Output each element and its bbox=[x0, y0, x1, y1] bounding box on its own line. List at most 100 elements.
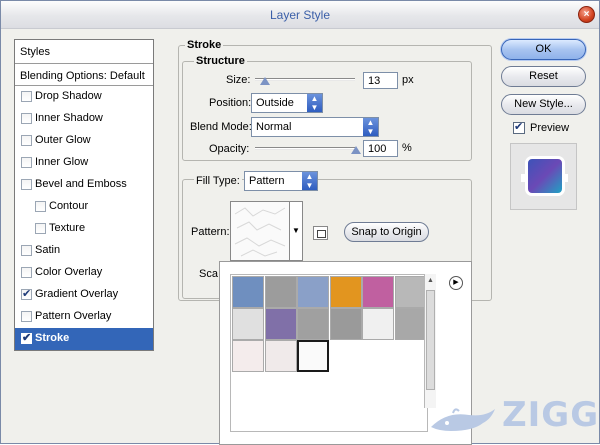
picker-scrollbar[interactable]: ▲ bbox=[424, 274, 436, 408]
scroll-up-icon[interactable]: ▲ bbox=[427, 277, 434, 284]
preview-swatch bbox=[525, 156, 565, 196]
whale-logo-icon bbox=[431, 408, 495, 431]
scrollbar-thumb[interactable] bbox=[426, 290, 435, 390]
pattern-tile-butterfly-a[interactable] bbox=[232, 340, 264, 372]
dialog-title: Layer Style bbox=[269, 8, 331, 22]
size-input[interactable]: 13 bbox=[363, 72, 398, 89]
pattern-label: Pattern: bbox=[191, 226, 230, 238]
pattern-tile-tie-dye[interactable] bbox=[329, 276, 362, 308]
opacity-unit: % bbox=[402, 142, 412, 154]
chevron-updown-icon: ▲ ▼ bbox=[307, 94, 322, 112]
pattern-grid bbox=[230, 274, 428, 432]
style-item-checkbox[interactable] bbox=[21, 311, 32, 322]
ok-button[interactable]: OK bbox=[501, 39, 586, 60]
pattern-tile-bubbles[interactable] bbox=[232, 276, 264, 308]
scale-label: Sca bbox=[199, 268, 218, 280]
reset-button[interactable]: Reset bbox=[501, 66, 586, 87]
style-item-checkbox[interactable] bbox=[21, 179, 32, 190]
style-item-satin[interactable]: Satin bbox=[15, 240, 153, 262]
style-preview bbox=[510, 143, 577, 210]
preview-checkbox[interactable] bbox=[513, 120, 525, 134]
style-item-checkbox[interactable] bbox=[21, 113, 32, 124]
pattern-tile-stones[interactable] bbox=[394, 276, 427, 308]
style-item-checkbox[interactable] bbox=[21, 135, 32, 146]
pattern-dropdown-arrow-icon[interactable]: ▼ bbox=[290, 201, 303, 261]
style-item-contour[interactable]: Contour bbox=[15, 196, 153, 218]
fill-type-value: Pattern bbox=[249, 175, 285, 187]
size-unit: px bbox=[402, 74, 414, 86]
position-value: Outside bbox=[256, 97, 294, 109]
pattern-tile-dashes[interactable] bbox=[362, 308, 394, 340]
size-label: Size: bbox=[226, 74, 251, 86]
style-item-stroke[interactable]: Stroke bbox=[15, 328, 153, 350]
style-item-label: Inner Glow bbox=[35, 156, 89, 168]
pattern-tile-butterfly-b[interactable] bbox=[264, 340, 297, 372]
style-item-label: Bevel and Emboss bbox=[35, 178, 127, 190]
new-style-button[interactable]: New Style... bbox=[501, 94, 586, 115]
style-item-checkbox[interactable] bbox=[21, 287, 32, 300]
crumple-pattern-icon bbox=[234, 207, 286, 257]
pattern-swatch[interactable] bbox=[230, 201, 290, 261]
style-item-label: Gradient Overlay bbox=[35, 288, 119, 300]
style-item-inner-shadow[interactable]: Inner Shadow bbox=[15, 108, 153, 130]
opacity-input[interactable]: 100 bbox=[363, 140, 398, 157]
opacity-label: Opacity: bbox=[209, 143, 250, 155]
opacity-slider[interactable] bbox=[255, 147, 355, 150]
structure-title: Structure bbox=[194, 55, 247, 67]
style-item-checkbox[interactable] bbox=[35, 223, 46, 234]
style-item-label: Pattern Overlay bbox=[35, 310, 112, 322]
style-item-label: Color Overlay bbox=[35, 266, 103, 278]
style-item-label: Drop Shadow bbox=[35, 90, 102, 102]
style-item-color-overlay[interactable]: Color Overlay bbox=[15, 262, 153, 284]
pattern-tile-wrinkles[interactable] bbox=[264, 276, 297, 308]
pattern-tile-rainbow-scales[interactable] bbox=[362, 276, 394, 308]
chevron-updown-icon: ▲ ▼ bbox=[363, 118, 378, 136]
preview-label: Preview bbox=[530, 122, 570, 134]
blend-mode-label: Blend Mode: bbox=[190, 121, 252, 133]
blending-options-item[interactable]: Blending Options: Default bbox=[15, 64, 153, 86]
pattern-tile-woven[interactable] bbox=[297, 276, 329, 308]
opacity-slider-thumb[interactable] bbox=[351, 146, 361, 155]
style-item-checkbox[interactable] bbox=[21, 157, 32, 168]
style-item-label: Stroke bbox=[35, 332, 70, 344]
fill-type-select[interactable]: Pattern ▲ ▼ bbox=[244, 171, 318, 191]
pattern-tile-checkerboard[interactable] bbox=[232, 308, 264, 340]
fill-type-label: Fill Type: bbox=[194, 175, 242, 187]
style-item-outer-glow[interactable]: Outer Glow bbox=[15, 130, 153, 152]
blend-mode-select[interactable]: Normal ▲ ▼ bbox=[251, 117, 379, 137]
size-slider[interactable] bbox=[255, 78, 355, 81]
zigg-watermark: ZIGG bbox=[429, 395, 599, 441]
styles-header[interactable]: Styles bbox=[15, 40, 153, 64]
pattern-tile-gray-stone[interactable] bbox=[394, 308, 427, 340]
pattern-tile-white-crumple[interactable] bbox=[297, 340, 329, 372]
style-item-drop-shadow[interactable]: Drop Shadow bbox=[15, 86, 153, 108]
style-item-checkbox[interactable] bbox=[21, 245, 32, 256]
pattern-tile-metal-landscape[interactable] bbox=[264, 308, 297, 340]
snap-to-origin-button[interactable]: Snap to Origin bbox=[344, 222, 429, 242]
style-item-gradient-overlay[interactable]: Gradient Overlay bbox=[15, 284, 153, 306]
position-select[interactable]: Outside ▲ ▼ bbox=[251, 93, 323, 113]
style-item-checkbox[interactable] bbox=[21, 267, 32, 278]
layer-style-dialog: Layer Style × Styles Blending Options: D… bbox=[0, 0, 600, 445]
pattern-tile-clouds[interactable] bbox=[297, 308, 329, 340]
style-item-label: Satin bbox=[35, 244, 61, 256]
watermark-text: ZIGG bbox=[502, 395, 600, 435]
close-icon[interactable]: × bbox=[578, 6, 595, 23]
style-item-pattern-overlay[interactable]: Pattern Overlay bbox=[15, 306, 153, 328]
style-item-label: Contour bbox=[49, 200, 89, 212]
style-item-bevel-and-emboss[interactable]: Bevel and Emboss bbox=[15, 174, 153, 196]
style-item-texture[interactable]: Texture bbox=[15, 218, 153, 240]
style-item-checkbox[interactable] bbox=[35, 201, 46, 212]
style-item-label: Texture bbox=[49, 222, 86, 234]
style-item-label: Outer Glow bbox=[35, 134, 91, 146]
title-bar: Layer Style × bbox=[1, 1, 599, 29]
style-item-inner-glow[interactable]: Inner Glow bbox=[15, 152, 153, 174]
style-item-checkbox[interactable] bbox=[21, 331, 32, 344]
stroke-section-title: Stroke bbox=[185, 39, 224, 51]
menu-arrow-icon[interactable]: ▶ bbox=[449, 276, 463, 290]
pattern-tile-speckle[interactable] bbox=[329, 308, 362, 340]
chevron-updown-icon: ▲ ▼ bbox=[302, 172, 317, 190]
size-slider-thumb[interactable] bbox=[259, 77, 270, 86]
style-item-checkbox[interactable] bbox=[21, 91, 32, 102]
new-preset-icon[interactable] bbox=[313, 226, 328, 240]
